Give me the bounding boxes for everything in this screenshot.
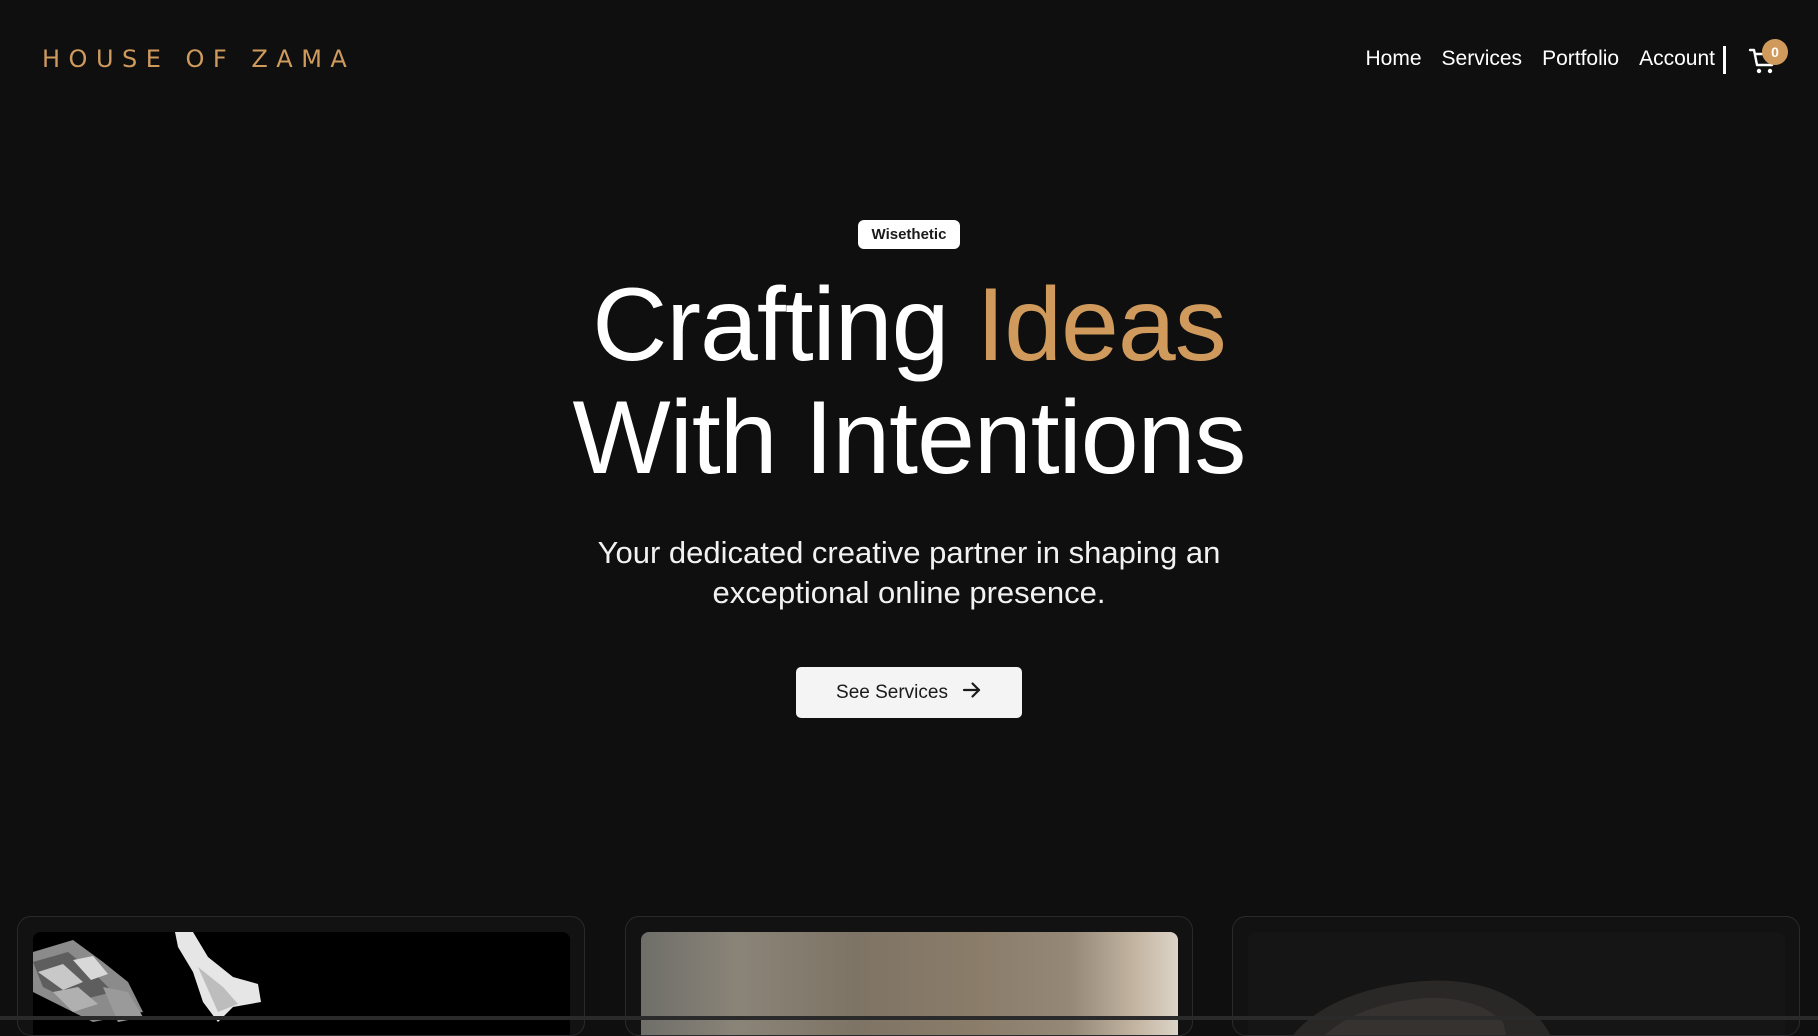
headline-accent: Ideas [976, 267, 1226, 383]
hero-section: Wisethetic Crafting Ideas With Intention… [0, 220, 1818, 718]
arrow-right-icon [962, 681, 982, 705]
hero-headline: Crafting Ideas With Intentions [0, 269, 1818, 495]
brand-logo[interactable]: HOUSE OF ZAMA [42, 45, 355, 73]
hero-tag: Wisethetic [857, 220, 961, 249]
portfolio-card-image [33, 932, 570, 1035]
headline-part1: Crafting [592, 267, 977, 383]
cart-count-badge: 0 [1762, 39, 1788, 65]
main-nav: Home Services Portfolio Account [1366, 47, 1716, 71]
nav-divider [1723, 46, 1726, 74]
portfolio-preview [17, 916, 1801, 1036]
see-services-label: See Services [836, 681, 948, 703]
nav-services[interactable]: Services [1442, 47, 1523, 71]
bottom-divider [0, 1016, 1818, 1020]
nav-account[interactable]: Account [1639, 47, 1715, 71]
nav-home[interactable]: Home [1366, 47, 1422, 71]
site-header: HOUSE OF ZAMA Home Services Portfolio Ac… [0, 0, 1818, 122]
nav-portfolio[interactable]: Portfolio [1542, 47, 1619, 71]
headline-line2: With Intentions [572, 380, 1247, 496]
see-services-button[interactable]: See Services [796, 667, 1022, 718]
portfolio-card-image [1248, 932, 1785, 1035]
portfolio-card-image [641, 932, 1178, 1035]
hero-subtitle: Your dedicated creative partner in shapi… [597, 535, 1221, 610]
